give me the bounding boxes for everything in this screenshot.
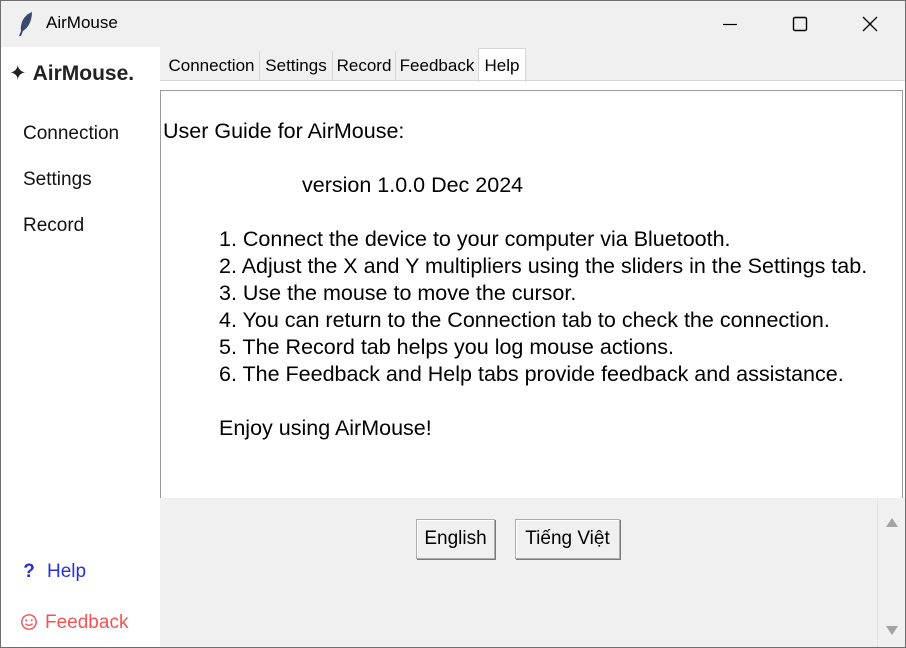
tab-settings[interactable]: Settings xyxy=(260,51,333,81)
app-window: AirMouse ✦ AirMouse. Connection Settings … xyxy=(0,0,906,648)
guide-version: version 1.0.0 Dec 2024 xyxy=(302,173,524,197)
guide-step: 4. You can return to the Connection tab … xyxy=(219,308,830,332)
sidebar-help-link[interactable]: ? Help xyxy=(19,561,86,583)
guide-heading: User Guide for AirMouse: xyxy=(163,119,405,143)
sidebar-feedback-link[interactable]: Feedback xyxy=(19,612,128,634)
help-text-area[interactable]: User Guide for AirMouse: version 1.0.0 D… xyxy=(160,90,903,499)
sidebar: ✦ AirMouse. Connection Settings Record ? H… xyxy=(1,47,160,647)
question-icon: ? xyxy=(23,561,35,582)
close-button[interactable] xyxy=(835,1,905,47)
tab-feedback[interactable]: Feedback xyxy=(396,51,479,81)
tab-bar: Connection Settings Record Feedback Help xyxy=(160,47,905,82)
scroll-up-arrow-icon[interactable] xyxy=(886,518,898,527)
vertical-scrollbar[interactable] xyxy=(877,498,905,647)
english-button[interactable]: English xyxy=(416,519,495,559)
language-panel: English Tiếng Việt xyxy=(160,498,905,647)
brand: ✦ AirMouse. xyxy=(9,61,134,86)
smiley-icon xyxy=(21,614,37,630)
guide-step: 2. Adjust the X and Y multipliers using … xyxy=(219,254,868,278)
guide-step: 6. The Feedback and Help tabs provide fe… xyxy=(219,362,844,386)
feather-icon xyxy=(19,12,32,36)
minimize-button[interactable] xyxy=(695,1,765,47)
tab-connection[interactable]: Connection xyxy=(164,51,260,81)
tab-record[interactable]: Record xyxy=(333,51,396,81)
help-label: Help xyxy=(47,561,87,582)
scroll-down-arrow-icon[interactable] xyxy=(886,626,898,635)
feedback-label: Feedback xyxy=(45,612,129,633)
sidebar-item-record[interactable]: Record xyxy=(23,215,84,237)
brand-name: AirMouse. xyxy=(32,62,135,85)
close-icon xyxy=(862,16,878,32)
sidebar-item-connection[interactable]: Connection xyxy=(23,123,119,145)
tab-help[interactable]: Help xyxy=(478,48,526,82)
window-title: AirMouse xyxy=(46,13,118,32)
guide-closing: Enjoy using AirMouse! xyxy=(219,416,432,440)
title-bar[interactable]: AirMouse xyxy=(1,1,905,47)
guide-step: 1. Connect the device to your computer v… xyxy=(219,227,731,251)
minimize-icon xyxy=(723,23,737,26)
tab-divider xyxy=(160,80,905,81)
guide-step: 3. Use the mouse to move the cursor. xyxy=(219,281,577,305)
guide-step: 5. The Record tab helps you log mouse ac… xyxy=(219,335,674,359)
sidebar-item-settings[interactable]: Settings xyxy=(23,169,92,191)
maximize-icon xyxy=(792,16,808,32)
maximize-button[interactable] xyxy=(765,1,835,47)
user-guide: User Guide for AirMouse: version 1.0.0 D… xyxy=(163,91,901,496)
sparkle-icon: ✦ xyxy=(9,62,27,85)
vietnamese-button[interactable]: Tiếng Việt xyxy=(515,519,620,559)
